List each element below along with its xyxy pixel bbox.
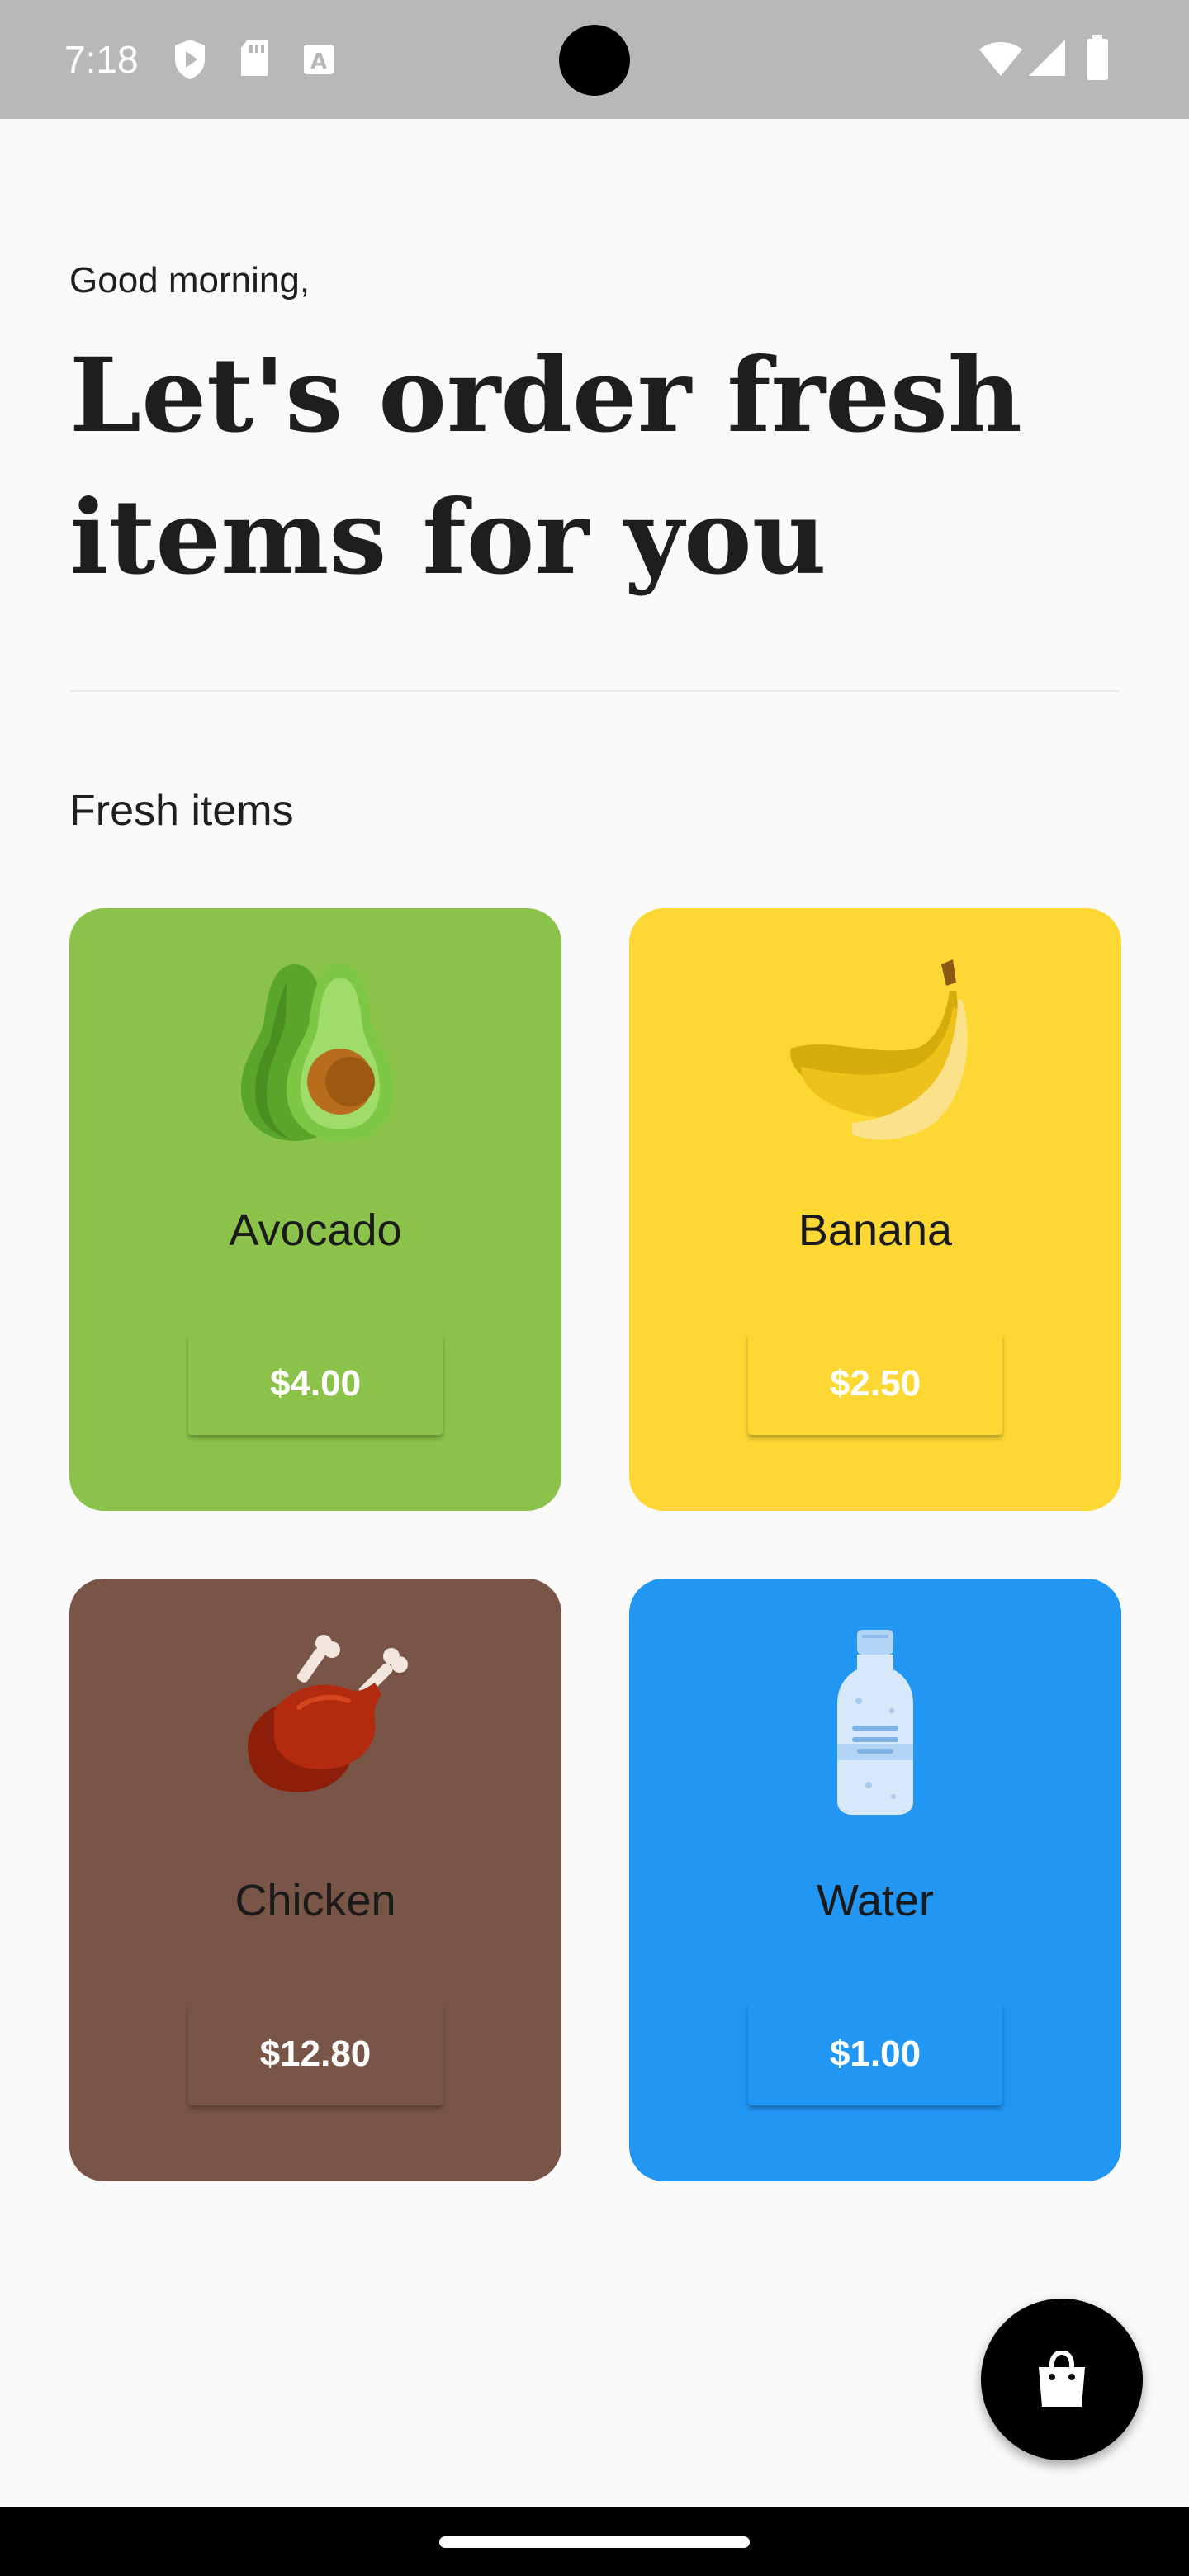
banana-icon [790, 959, 968, 1140]
product-name: Water [816, 1876, 934, 1925]
greeting-text: Good morning, [69, 260, 310, 301]
add-to-cart-button[interactable]: $4.00 [188, 1333, 443, 1435]
status-time: 7:18 [64, 38, 139, 81]
product-card-chicken[interactable]: Chicken $12.80 [69, 1579, 561, 2181]
font-a-icon: A [302, 43, 335, 80]
status-bar: 7:18 A [0, 0, 1189, 119]
cart-fab-button[interactable] [981, 2299, 1143, 2460]
svg-text:A: A [310, 50, 327, 74]
cellular-icon [1027, 38, 1067, 82]
system-navigation-bar [0, 2507, 1189, 2576]
product-name: Avocado [229, 1205, 402, 1255]
front-camera-cutout [559, 25, 630, 96]
product-name: Chicken [234, 1876, 396, 1925]
home-gesture-handle[interactable] [439, 2536, 750, 2548]
add-to-cart-button[interactable]: $2.50 [748, 1333, 1002, 1435]
chicken-icon [248, 1635, 408, 1792]
battery-icon [1085, 35, 1110, 85]
water-bottle-icon [837, 1630, 913, 1815]
product-card-banana[interactable]: Banana $2.50 [629, 908, 1121, 1511]
wifi-icon [978, 38, 1024, 82]
add-to-cart-button[interactable]: $12.80 [188, 2003, 443, 2105]
product-name: Banana [798, 1205, 953, 1255]
shield-play-icon [172, 38, 208, 85]
shopping-bag-icon [1039, 2351, 1085, 2407]
avocado-icon [241, 964, 394, 1141]
product-card-avocado[interactable]: Avocado $4.00 [69, 908, 561, 1511]
sd-card-icon [238, 38, 271, 83]
add-to-cart-button[interactable]: $1.00 [748, 2003, 1002, 2105]
section-title: Fresh items [69, 787, 294, 835]
page-title: Let's order fresh items for you [69, 336, 1022, 598]
product-card-water[interactable]: Water $1.00 [629, 1579, 1121, 2181]
divider [69, 690, 1120, 692]
